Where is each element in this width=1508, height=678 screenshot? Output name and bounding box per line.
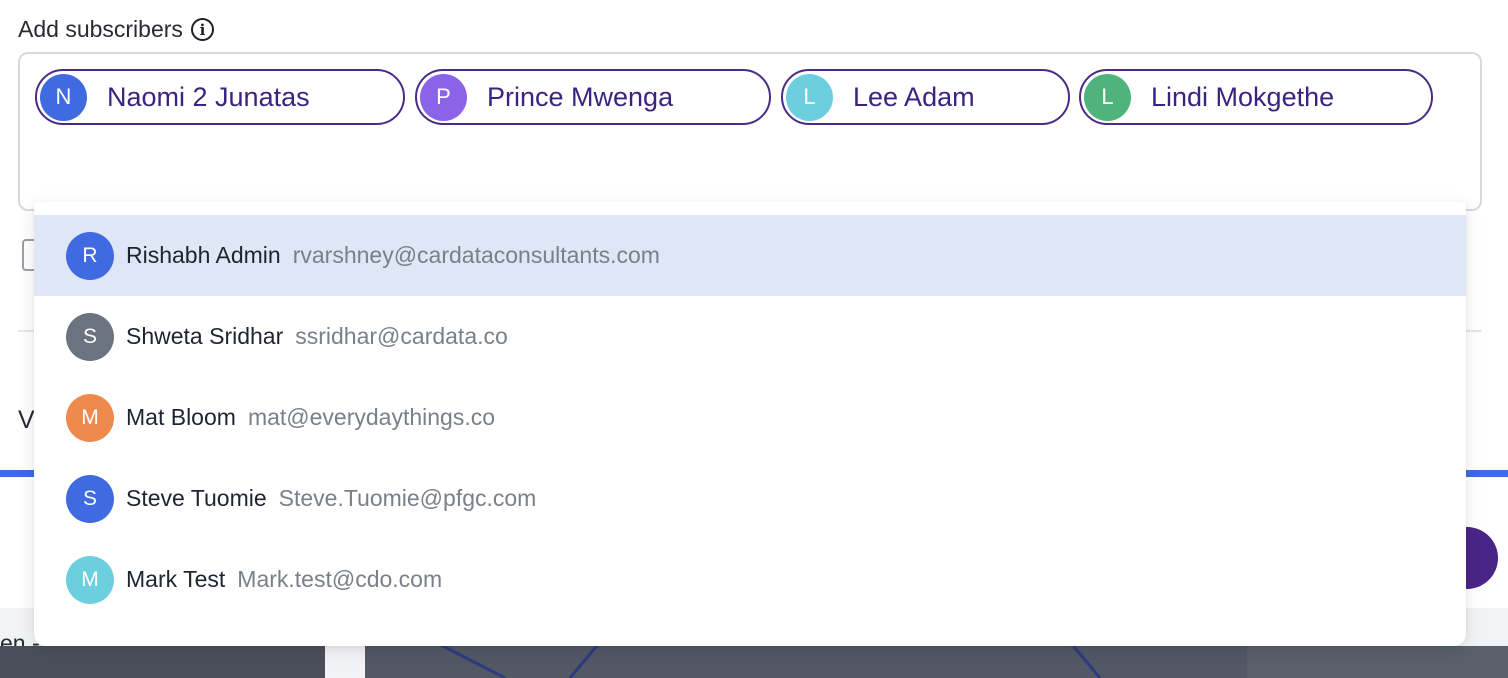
avatar: R (66, 231, 114, 280)
subscriber-suggestions-dropdown: R Rishabh Admin rvarshney@cardataconsult… (34, 202, 1466, 646)
option-email: Mark.test@cdo.com (237, 566, 443, 592)
option-email: Steve.Tuomie@pfgc.com (278, 485, 537, 511)
background-section-label: V (18, 406, 35, 434)
avatar: L (1084, 73, 1131, 121)
subscriber-chip[interactable]: P Prince Mwenga (415, 69, 771, 125)
suggestion-option[interactable]: S Shweta Sridhar ssridhar@cardata.co (34, 296, 1466, 377)
subscriber-chip[interactable]: N Naomi 2 Junatas (35, 69, 405, 125)
subscriber-chip[interactable]: L Lindi Mokgethe (1079, 69, 1433, 125)
avatar: N (40, 73, 87, 121)
subscriber-chip[interactable]: L Lee Adam (781, 69, 1070, 125)
background-block-left (0, 646, 325, 678)
field-label-text: Add subscribers (18, 16, 183, 42)
chip-name: Naomi 2 Junatas (107, 81, 310, 112)
info-icon[interactable]: i (190, 18, 214, 41)
background-block-right (1247, 646, 1508, 678)
suggestion-option[interactable]: M Mat Bloom mat@everydaythings.co (34, 377, 1466, 458)
avatar: P (420, 73, 467, 121)
suggestion-option[interactable]: S Steve Tuomie Steve.Tuomie@pfgc.com (34, 458, 1466, 539)
option-name: Steve Tuomie (126, 485, 267, 511)
subscribers-input[interactable]: N Naomi 2 Junatas P Prince Mwenga L Lee … (18, 52, 1482, 211)
avatar: M (66, 555, 114, 604)
avatar: L (786, 73, 833, 121)
option-name: Shweta Sridhar (126, 323, 284, 349)
chip-name: Prince Mwenga (487, 81, 674, 112)
option-name: Mat Bloom (126, 404, 236, 430)
option-name: Rishabh Admin (126, 242, 281, 268)
chip-name: Lee Adam (853, 81, 975, 112)
avatar: S (66, 474, 114, 523)
avatar: M (66, 393, 114, 442)
field-label: Add subscribers i (18, 16, 214, 43)
option-name: Mark Test (126, 566, 226, 592)
option-email: ssridhar@cardata.co (295, 323, 508, 349)
chip-name: Lindi Mokgethe (1151, 81, 1335, 112)
suggestion-option[interactable]: R Rishabh Admin rvarshney@cardataconsult… (34, 215, 1466, 296)
suggestion-option[interactable]: M Mark Test Mark.test@cdo.com (34, 539, 1466, 620)
subscribers-panel: V en - 123 (34.33%) Add subscribers i N … (0, 0, 1508, 678)
option-email: rvarshney@cardataconsultants.com (292, 242, 660, 268)
option-email: mat@everydaythings.co (247, 404, 496, 430)
avatar: S (66, 312, 114, 361)
